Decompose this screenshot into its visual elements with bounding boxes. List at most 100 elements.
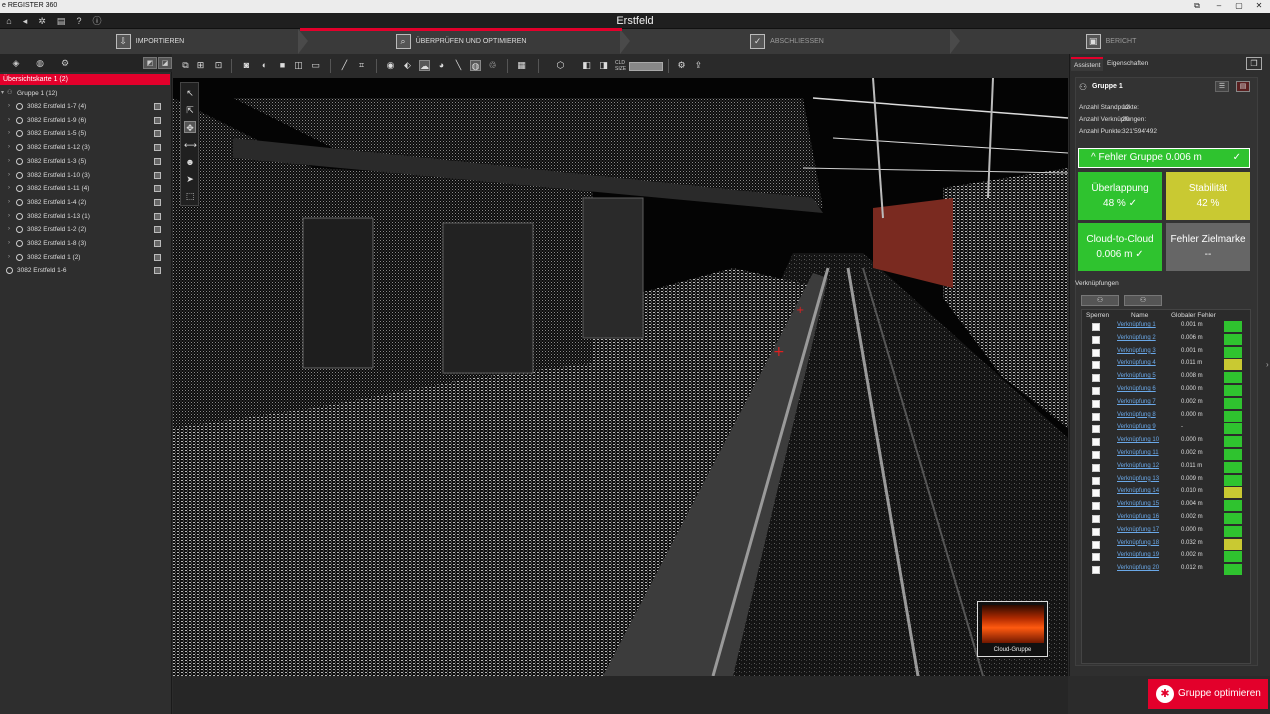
tree-root-item[interactable]: Übersichtskarte 1 (2) xyxy=(0,74,170,85)
globe-icon[interactable]: ◍ xyxy=(33,57,47,69)
lock-checkbox[interactable] xyxy=(1092,527,1100,536)
tree-item[interactable]: › 3082 Erstfeld 1-4 (2) xyxy=(0,196,170,210)
lock-checkbox[interactable] xyxy=(1092,515,1100,523)
link-row[interactable]: Verknüpfung 13 0.009 m xyxy=(1088,474,1246,488)
lock-checkbox[interactable] xyxy=(1092,335,1100,344)
link-row[interactable]: Verknüpfung 12 0.011 m xyxy=(1088,461,1246,475)
expand-icon[interactable]: › xyxy=(8,182,10,196)
link-row[interactable]: Verknüpfung 19 0.002 m xyxy=(1088,551,1246,564)
link-name[interactable]: Verknüpfung 12 xyxy=(1117,463,1159,469)
copy-view-icon[interactable]: ⧉ xyxy=(180,60,191,71)
lock-checkbox[interactable] xyxy=(1092,412,1100,421)
tree-group-item[interactable]: ▾ ⚇ Gruppe 1 (12) xyxy=(0,87,170,101)
tree-icon[interactable]: ⚙ xyxy=(58,57,72,69)
link-name[interactable]: Verknüpfung 6 xyxy=(1117,386,1156,392)
link-name[interactable]: Verknüpfung 5 xyxy=(1117,373,1156,379)
cloud-link-icon[interactable]: ♲ xyxy=(487,60,498,71)
settings-view-icon[interactable]: ⚙ xyxy=(676,60,687,71)
link-name[interactable]: Verknüpfung 13 xyxy=(1117,476,1159,482)
box-clip-icon[interactable]: ⬚ xyxy=(184,190,196,202)
lock-checkbox[interactable] xyxy=(1092,451,1100,459)
tree-item[interactable]: › 3082 Erstfeld 1-11 (4) xyxy=(0,182,170,196)
tag-icon[interactable]: ⬖ xyxy=(402,60,413,71)
mark-icon[interactable]: ⌗ xyxy=(356,60,367,71)
lock-checkbox[interactable] xyxy=(1092,463,1100,472)
filter-icon[interactable]: ◪ xyxy=(158,57,172,69)
cloud-thumb-icon[interactable] xyxy=(154,157,161,165)
cloud-thumb-icon[interactable] xyxy=(154,171,161,179)
group-error-bar[interactable]: ^ Fehler Gruppe 0.006 m ✓ xyxy=(1078,148,1250,168)
maximize-icon[interactable]: ▢ xyxy=(1228,1,1250,12)
expand-icon[interactable]: › xyxy=(8,114,10,128)
point-cloud-viewport[interactable]: + + xyxy=(173,78,1068,676)
view-icon[interactable]: ◧ xyxy=(581,60,592,71)
cloud-size-slider[interactable] xyxy=(629,62,663,71)
tree-item[interactable]: › 3082 Erstfeld 1-10 (3) xyxy=(0,169,170,183)
stability-tile[interactable]: Stabilität 42 % xyxy=(1166,172,1250,220)
tab-assistant[interactable]: Assistent xyxy=(1071,57,1104,71)
export-icon[interactable]: ⇪ xyxy=(693,60,704,71)
sphere-icon[interactable]: ◕ xyxy=(436,60,447,71)
cloud-thumb-icon[interactable] xyxy=(154,240,161,247)
link-name[interactable]: Verknüpfung 20 xyxy=(1117,565,1159,571)
expand-icon[interactable]: › xyxy=(8,127,10,141)
link-name[interactable]: Verknüpfung 7 xyxy=(1117,399,1156,405)
lock-checkbox[interactable] xyxy=(1092,489,1100,498)
navigate-icon[interactable]: ➤ xyxy=(184,173,196,185)
lock-checkbox[interactable] xyxy=(1092,566,1100,575)
move-icon[interactable]: ✥ xyxy=(184,121,196,133)
tree-item[interactable]: › 3082 Erstfeld 1-5 (5) xyxy=(0,127,170,141)
lock-checkbox[interactable] xyxy=(1092,476,1100,485)
expand-icon[interactable]: › xyxy=(8,223,10,237)
measure-distance-icon[interactable]: ⟷ xyxy=(184,139,197,151)
link-name[interactable]: Verknüpfung 2 xyxy=(1117,335,1156,341)
plane-icon[interactable]: ▭ xyxy=(310,60,321,71)
scan-icon[interactable]: ◉ xyxy=(385,60,396,71)
cloud-icon[interactable]: ☁ xyxy=(419,60,430,71)
link-row[interactable]: Verknüpfung 17 0.000 m xyxy=(1088,525,1246,539)
panel-popout-icon[interactable]: ❐ xyxy=(1246,57,1262,70)
tree-item[interactable]: › 3082 Erstfeld 1-9 (6) xyxy=(0,114,170,128)
link-name[interactable]: Verknüpfung 4 xyxy=(1117,360,1156,366)
snapshot-icon[interactable]: ◐ xyxy=(259,60,270,71)
section-icon[interactable]: ◫ xyxy=(293,60,304,71)
expand-icon[interactable]: › xyxy=(8,196,10,210)
tree-item[interactable]: › 3082 Erstfeld 1-3 (5) xyxy=(0,155,170,169)
link-row[interactable]: Verknüpfung 2 0.006 m xyxy=(1088,333,1246,347)
lock-checkbox[interactable] xyxy=(1092,425,1100,434)
line-icon[interactable]: ╲ xyxy=(453,60,464,71)
lock-checkbox[interactable] xyxy=(1092,323,1100,331)
expand-icon[interactable]: › xyxy=(8,141,10,155)
link-name[interactable]: Verknüpfung 11 xyxy=(1117,450,1159,456)
link-name[interactable]: Verknüpfung 15 xyxy=(1117,501,1159,507)
cube-icon[interactable]: ⬡ xyxy=(555,60,566,71)
link-row[interactable]: Verknüpfung 10 0.000 m xyxy=(1088,436,1246,449)
lock-checkbox[interactable] xyxy=(1092,502,1100,511)
link-row[interactable]: Verknüpfung 3 0.001 m xyxy=(1088,346,1246,360)
link-row[interactable]: Verknüpfung 20 0.012 m xyxy=(1088,564,1246,577)
link-row[interactable]: Verknüpfung 6 0.000 m xyxy=(1088,385,1246,398)
link-row[interactable]: Verknüpfung 8 0.000 m xyxy=(1088,410,1246,424)
walk-icon[interactable]: ☻ xyxy=(184,156,196,168)
tile-view-icon[interactable]: ▤ xyxy=(1236,81,1250,92)
select-icon[interactable]: ↖ xyxy=(184,87,196,99)
list-view-icon[interactable]: ☰ xyxy=(1215,81,1229,92)
expand-icon[interactable]: › xyxy=(8,100,10,114)
overlap-tile[interactable]: Überlappung 48 % ✓ xyxy=(1078,172,1162,220)
cloud-thumb-icon[interactable] xyxy=(154,103,161,110)
add-link-button[interactable]: ⚇ xyxy=(1081,295,1119,306)
cloud-thumb-icon[interactable] xyxy=(154,212,161,220)
link-row[interactable]: Verknüpfung 18 0.032 m xyxy=(1088,538,1246,552)
multi-select-icon[interactable]: ⇱ xyxy=(184,104,196,116)
link-row[interactable]: Verknüpfung 14 0.010 m xyxy=(1088,487,1246,500)
tree-item[interactable]: › 3082 Erstfeld 1-7 (4) xyxy=(0,100,170,114)
lock-checkbox[interactable] xyxy=(1092,348,1100,357)
pin-icon[interactable]: ◍ xyxy=(470,60,481,71)
close-icon[interactable]: ✕ xyxy=(1248,1,1270,12)
cloud-thumb-icon[interactable] xyxy=(154,198,161,206)
lock-checkbox[interactable] xyxy=(1092,540,1100,549)
tree-item[interactable]: › 3082 Erstfeld 1 (2) xyxy=(0,251,170,265)
link-name[interactable]: Verknüpfung 18 xyxy=(1117,540,1159,546)
cloud-thumb-icon[interactable] xyxy=(154,226,161,234)
expand-icon[interactable]: › xyxy=(8,251,10,265)
